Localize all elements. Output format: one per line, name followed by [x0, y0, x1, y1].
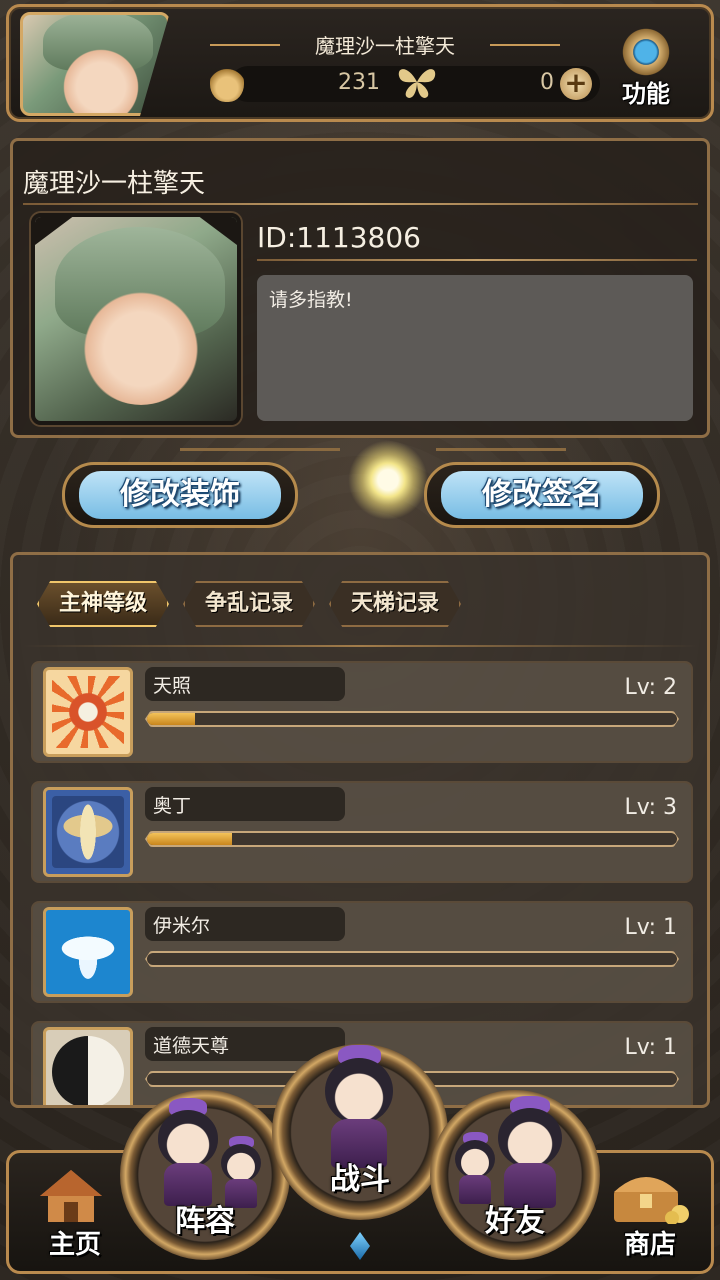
god-progress-bar	[145, 831, 679, 847]
profile-name: 魔理沙一柱擎天	[23, 169, 206, 199]
tab-god-level[interactable]: 主神等级	[37, 581, 169, 627]
avatar-face	[59, 43, 143, 113]
bottom-navigation: 主页 阵容 战斗 好友 商店	[0, 1044, 720, 1280]
nav-battle-label: 战斗	[330, 1162, 390, 1197]
frame-ear-right	[197, 217, 237, 245]
winged-sword-icon	[43, 787, 133, 877]
god-name: 天照	[145, 667, 345, 701]
ornament	[180, 448, 340, 451]
god-row[interactable]: 天照 Lv: 2	[31, 661, 693, 763]
god-level-panel: 主神等级 争乱记录 天梯记录 天照 Lv: 2 奥丁 Lv: 3 伊米尔 Lv:…	[10, 552, 710, 1108]
tab-war-record[interactable]: 争乱记录	[183, 581, 315, 627]
resource-1-value: 231	[338, 70, 380, 95]
divider	[23, 645, 698, 647]
resource-2-value: 0	[540, 70, 554, 95]
house-icon	[40, 1170, 102, 1222]
god-progress-bar	[145, 951, 679, 967]
nav-home-button[interactable]: 主页	[30, 1164, 120, 1274]
function-label: 功能	[622, 80, 670, 108]
yin-yang-icon	[43, 1027, 133, 1105]
nav-home-label: 主页	[48, 1230, 101, 1260]
treasure-chest-icon	[614, 1177, 689, 1224]
edit-signature-button[interactable]: 修改签名	[424, 462, 660, 528]
player-avatar-large[interactable]	[31, 213, 241, 425]
god-row[interactable]: 奥丁 Lv: 3	[31, 781, 693, 883]
signature-box: 请多指教!	[257, 275, 693, 421]
god-name: 伊米尔	[145, 907, 345, 941]
top-header: 魔理沙一柱擎天 231 0 + 功能	[0, 0, 720, 128]
butterfly-icon	[398, 69, 436, 98]
nav-shop-button[interactable]: 商店	[602, 1164, 698, 1274]
nav-lineup-button[interactable]: 阵容	[120, 1090, 290, 1260]
plus-icon[interactable]: +	[560, 68, 592, 100]
divider	[257, 259, 697, 261]
nav-lineup-label: 阵容	[175, 1204, 235, 1239]
edit-signature-label: 修改签名	[441, 471, 643, 519]
god-name: 奥丁	[145, 787, 345, 821]
edit-decoration-button[interactable]: 修改装饰	[62, 462, 298, 528]
divider	[23, 203, 698, 205]
frame-ear-left	[35, 217, 75, 245]
profile-id: ID:1113806	[257, 221, 421, 254]
god-level: Lv: 1	[624, 1035, 677, 1060]
god-progress-fill	[147, 833, 232, 845]
nav-friends-label: 好友	[485, 1204, 545, 1239]
nav-battle-button[interactable]: 战斗	[272, 1044, 448, 1220]
gear-icon	[620, 26, 672, 78]
header-player-name: 魔理沙一柱擎天	[210, 30, 560, 60]
ornament	[436, 448, 566, 451]
chibi-character	[316, 1044, 402, 1168]
function-button[interactable]: 功能	[612, 26, 680, 108]
god-level: Lv: 2	[624, 675, 677, 700]
chibi-character	[150, 1098, 226, 1206]
sun-icon	[43, 667, 133, 757]
god-progress-fill	[147, 713, 195, 725]
god-progress-bar	[145, 711, 679, 727]
edit-decoration-label: 修改装饰	[79, 471, 281, 519]
god-level: Lv: 3	[624, 795, 677, 820]
profile-panel: 魔理沙一柱擎天 ID:1113806 请多指教!	[10, 138, 710, 438]
tab-ladder-record[interactable]: 天梯记录	[329, 581, 461, 627]
nav-shop-label: 商店	[623, 1230, 676, 1260]
chibi-character	[490, 1096, 570, 1208]
god-row[interactable]: 伊米尔 Lv: 1	[31, 901, 693, 1003]
nav-friends-button[interactable]: 好友	[430, 1090, 600, 1260]
avatar-face	[79, 281, 203, 405]
ice-giant-icon	[43, 907, 133, 997]
glowing-orb-icon	[348, 440, 428, 520]
flame-spirit-icon	[210, 62, 244, 102]
god-level: Lv: 1	[624, 915, 677, 940]
